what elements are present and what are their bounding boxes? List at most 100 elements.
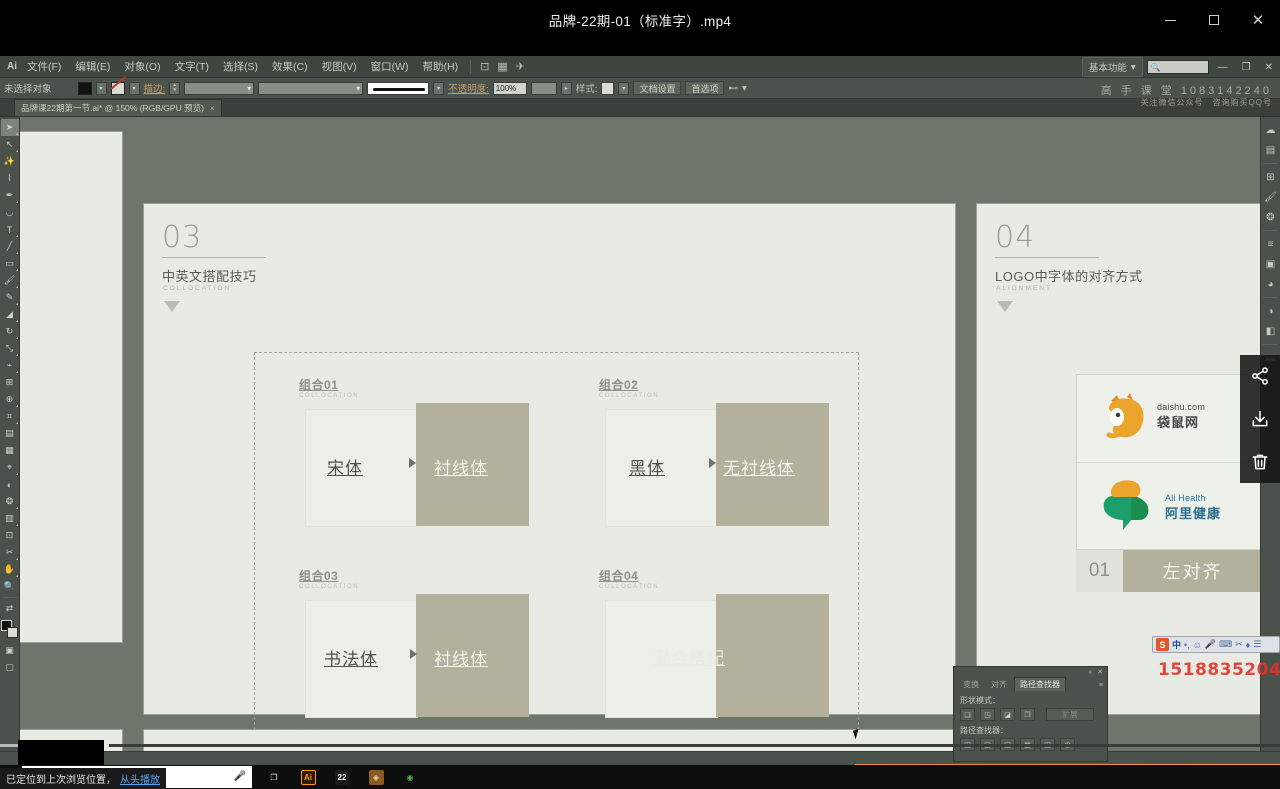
blend-tool-icon[interactable]: ◐ xyxy=(1,476,19,493)
fill-dropdown-icon[interactable]: ▾ xyxy=(95,81,107,95)
lasso-tool-icon[interactable]: ⌇ xyxy=(1,170,19,187)
rectangle-tool-icon[interactable]: ▭ xyxy=(1,255,19,272)
shaper-tool-icon[interactable]: ✎ xyxy=(1,289,19,306)
ime-skin-icon[interactable]: ♦ xyxy=(1246,640,1251,650)
pathfinder-close-icon[interactable]: ✕ xyxy=(1097,668,1103,676)
symbol-sprayer-tool-icon[interactable]: ❂ xyxy=(1,493,19,510)
shape-builder-tool-icon[interactable]: ⊕ xyxy=(1,391,19,408)
align-panel-icon[interactable]: ≡ xyxy=(1262,234,1280,254)
menu-effect[interactable]: 效果(C) xyxy=(265,57,315,76)
arrange-documents-icon[interactable]: ▦ xyxy=(493,60,511,73)
tooltip-restart-link[interactable]: 从头播放 xyxy=(120,771,160,786)
sogou-logo-icon[interactable]: S xyxy=(1156,638,1169,651)
width-tool-icon[interactable]: ⌁ xyxy=(1,357,19,374)
document-tab-close-icon[interactable]: × xyxy=(210,104,215,113)
ime-punctuation-icon[interactable]: •, xyxy=(1184,640,1190,650)
menu-window[interactable]: 窗口(W) xyxy=(364,57,416,76)
transparency-panel-icon[interactable]: ◧ xyxy=(1262,321,1280,341)
video-scrubber[interactable] xyxy=(0,741,1280,750)
selection-tool-icon[interactable]: ➤ xyxy=(0,119,19,136)
mesh-tool-icon[interactable]: ▤ xyxy=(1,425,19,442)
color-modes-icon[interactable]: ▣ xyxy=(1,642,19,659)
pen-tool-icon[interactable]: ✒ xyxy=(1,187,19,204)
tab-transform[interactable]: 变换 xyxy=(958,678,984,691)
column-graph-tool-icon[interactable]: ▥ xyxy=(1,510,19,527)
stroke-indicator[interactable] xyxy=(6,627,18,638)
opacity-dropdown-icon[interactable]: ▸ xyxy=(560,81,572,95)
exclude-button[interactable]: ❐ xyxy=(1020,708,1035,721)
pathfinder-collapse-icon[interactable]: « xyxy=(1088,669,1092,676)
stroke-weight-combo[interactable]: ▾ xyxy=(184,81,255,95)
tab-align[interactable]: 对齐 xyxy=(986,678,1012,691)
libraries-icon[interactable]: ☁ xyxy=(1262,120,1280,140)
menu-view[interactable]: 视图(V) xyxy=(315,57,364,76)
taskbar-chrome-icon[interactable]: ◉ xyxy=(394,765,426,789)
brushes-panel-icon[interactable]: 🖌 xyxy=(1262,187,1280,207)
download-icon[interactable] xyxy=(1247,406,1273,432)
line-segment-tool-icon[interactable]: ╱ xyxy=(1,238,19,255)
taskbar-explorer-icon[interactable]: ◈ xyxy=(360,765,392,789)
gradient-panel-icon[interactable]: ◑ xyxy=(1262,301,1280,321)
ime-keyboard-icon[interactable]: ⌨ xyxy=(1219,639,1232,650)
fill-color-swatch[interactable] xyxy=(77,81,92,95)
unite-button[interactable]: ❏ xyxy=(960,708,975,721)
opacity-label[interactable]: 不透明度: xyxy=(448,81,489,95)
align-chevron-icon[interactable]: ▾ xyxy=(742,83,747,94)
workspace-switcher[interactable]: 基本功能 ▾ xyxy=(1081,57,1143,77)
stroke-weight-stepper[interactable]: ▴ ▾ xyxy=(169,81,181,95)
bridge-icon[interactable]: ⊡ xyxy=(476,60,493,73)
minus-front-button[interactable]: ◳ xyxy=(980,708,995,721)
close-button[interactable]: ✕ xyxy=(1236,0,1280,40)
document-setup-button[interactable]: 文档设置 xyxy=(633,81,682,95)
type-tool-icon[interactable]: T xyxy=(1,221,19,238)
brush-dropdown-icon[interactable]: ▾ xyxy=(433,81,445,95)
stroke-weight-label[interactable]: 描边: xyxy=(144,81,166,95)
eyedropper-tool-icon[interactable]: ⌖ xyxy=(1,459,19,476)
menu-edit[interactable]: 编辑(E) xyxy=(68,57,117,76)
share-icon[interactable] xyxy=(1247,363,1273,389)
gradient-tool-icon[interactable]: ▦ xyxy=(1,442,19,459)
screen-mode-icon[interactable]: ▢ xyxy=(1,659,19,676)
stock-icon[interactable]: ✈ xyxy=(512,60,529,73)
taskbar-task-view-icon[interactable]: ❐ xyxy=(258,765,290,789)
document-tab[interactable]: 品牌课22期第一节.ai* @ 150% (RGB/GPU 预览) × xyxy=(14,99,222,116)
direct-selection-tool-icon[interactable]: ↖ xyxy=(1,136,19,153)
scale-tool-icon[interactable]: ⤡ xyxy=(1,340,19,357)
ime-more-icon[interactable]: ☰ xyxy=(1253,639,1261,650)
delete-icon[interactable] xyxy=(1247,449,1273,475)
rotate-tool-icon[interactable]: ↻ xyxy=(1,323,19,340)
ai-minimize-button[interactable]: — xyxy=(1213,62,1233,73)
search-input[interactable]: 🔍 xyxy=(1146,60,1209,74)
slice-tool-icon[interactable]: ✂ xyxy=(1,544,19,561)
zoom-tool-icon[interactable]: 🔍 xyxy=(1,578,19,595)
free-transform-tool-icon[interactable]: ⊞ xyxy=(1,374,19,391)
preferences-button[interactable]: 首选项 xyxy=(685,81,725,95)
tab-pathfinder[interactable]: 路径查找器 xyxy=(1014,677,1066,691)
minimize-button[interactable] xyxy=(1148,0,1192,40)
pathfinder-menu-icon[interactable]: ≡ xyxy=(1099,682,1103,689)
menu-object[interactable]: 对象(O) xyxy=(117,57,167,76)
menu-select[interactable]: 选择(S) xyxy=(216,57,265,76)
symbols-panel-icon[interactable]: ❂ xyxy=(1262,207,1280,227)
ai-restore-button[interactable]: ❐ xyxy=(1237,62,1256,73)
appearance-panel-icon[interactable]: ▣ xyxy=(1262,254,1280,274)
eraser-tool-icon[interactable]: ◢ xyxy=(1,306,19,323)
color-panel-icon[interactable]: ◕ xyxy=(1262,274,1280,294)
swap-fill-stroke-icon[interactable]: ⇄ xyxy=(1,600,19,617)
stroke-profile-combo[interactable]: ▾ xyxy=(258,81,364,95)
ai-close-button[interactable]: ✕ xyxy=(1260,62,1278,73)
ime-screenshot-icon[interactable]: ✂ xyxy=(1235,639,1243,650)
taskbar-potplayer-icon[interactable]: 22 xyxy=(326,765,358,789)
menu-type[interactable]: 文字(T) xyxy=(168,57,216,76)
style-dropdown-icon[interactable]: ▾ xyxy=(618,81,630,95)
ime-mode-icon[interactable]: 中 xyxy=(1172,638,1181,651)
menu-help[interactable]: 帮助(H) xyxy=(416,57,466,76)
expand-button[interactable]: 扩展 xyxy=(1046,708,1094,721)
stroke-dropdown-icon[interactable]: ▾ xyxy=(128,81,140,95)
brush-definition-preview[interactable] xyxy=(367,81,430,95)
opacity-value-field[interactable]: 100% xyxy=(492,81,527,95)
align-options-icon[interactable]: ⊷ xyxy=(728,83,738,94)
video-controls-block[interactable] xyxy=(18,740,104,765)
magic-wand-tool-icon[interactable]: ✨ xyxy=(1,153,19,170)
hand-tool-icon[interactable]: ✋ xyxy=(1,561,19,578)
